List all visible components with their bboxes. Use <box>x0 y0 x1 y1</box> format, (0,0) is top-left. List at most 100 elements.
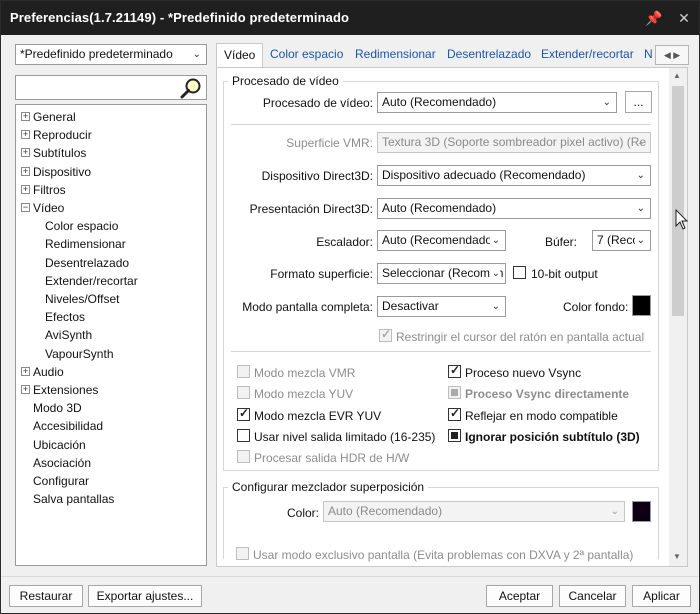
tree-item[interactable]: Dispositivo <box>33 163 91 181</box>
vmr-surface-value: Textura 3D (Soporte sombreador pixel act… <box>382 135 647 149</box>
exclusive-mode-checkbox[interactable] <box>236 547 249 560</box>
tree-item[interactable]: Audio <box>33 363 64 381</box>
tree-item-label: Efectos <box>45 310 86 325</box>
expand-icon[interactable]: + <box>21 385 30 394</box>
pin-icon[interactable]: 📌 <box>643 7 665 29</box>
ignore-subtitle-position-checkbox[interactable] <box>448 429 461 442</box>
limited-output-range-checkbox[interactable] <box>237 429 250 442</box>
tree-item[interactable]: Vídeo <box>33 199 64 217</box>
restrict-cursor-checkbox[interactable] <box>379 327 392 342</box>
tree-item-label: Salva pantallas <box>33 492 115 507</box>
tree-item[interactable]: Subtítulos <box>33 144 86 162</box>
search-input[interactable] <box>15 75 207 100</box>
tab-extend-crop[interactable]: Extender/recortar <box>541 43 634 67</box>
background-color-swatch[interactable] <box>632 295 651 316</box>
tree-item-label: Asociación <box>33 455 92 470</box>
tree-item-label: VapourSynth <box>45 346 114 361</box>
magnifier-icon[interactable] <box>180 77 204 99</box>
tree-item-label: Extender/recortar <box>45 273 138 288</box>
vmr-mix-mode-checkbox[interactable] <box>237 365 250 378</box>
tree-item[interactable]: Color espacio <box>45 217 118 235</box>
new-vsync-checkbox[interactable] <box>448 363 461 378</box>
expand-icon[interactable]: + <box>21 112 30 121</box>
scaler-select[interactable]: Auto (Recomendado) ⌄ <box>377 230 506 251</box>
cancel-button[interactable]: Cancelar <box>559 585 626 607</box>
tree-item[interactable]: Filtros <box>33 181 66 199</box>
evr-yuv-mix-mode-checkbox[interactable] <box>237 406 250 421</box>
d3d-presentation-value: Auto (Recomendado) <box>382 201 497 215</box>
vmr-mix-mode-label: Modo mezcla VMR <box>254 366 356 380</box>
scroll-up-icon[interactable]: ▲ <box>673 71 681 80</box>
tree-item-label: Desentrelazado <box>45 255 130 270</box>
tree-item[interactable]: Modo 3D <box>33 399 82 417</box>
tree-item-label: Accesibilidad <box>33 419 104 434</box>
expand-icon[interactable]: + <box>21 130 30 140</box>
video-processing-group-title: Procesado de vídeo <box>228 74 343 88</box>
overlay-color-select[interactable]: Auto (Recomendado) ⌄ <box>323 501 625 522</box>
tree-item[interactable]: Redimensionar <box>45 235 126 253</box>
surface-format-select[interactable]: Seleccionar (Recomen ⌄ <box>377 263 506 284</box>
mouse-pointer-icon <box>675 209 689 230</box>
tab-color-space[interactable]: Color espacio <box>270 43 343 67</box>
fullscreen-mode-select[interactable]: Desactivar ⌄ <box>377 296 506 317</box>
collapse-icon[interactable]: − <box>21 203 30 212</box>
tree-item[interactable]: Configurar <box>33 472 89 490</box>
compatible-mode-checkbox[interactable] <box>448 406 461 421</box>
tree-item[interactable]: Salva pantallas <box>33 490 114 508</box>
overlay-color-swatch[interactable] <box>632 501 651 522</box>
tab-scroll-left-icon[interactable]: ◀ <box>664 50 671 60</box>
expand-icon[interactable]: + <box>21 148 30 158</box>
preset-select[interactable]: *Predefinido predeterminado ⌄ <box>15 44 207 65</box>
tab-video[interactable]: Vídeo <box>216 43 264 68</box>
tab-scroll-right-icon[interactable]: ▶ <box>673 50 680 60</box>
expand-icon[interactable]: + <box>21 184 30 194</box>
ten-bit-output-checkbox[interactable] <box>513 266 526 279</box>
tree-item[interactable]: Extender/recortar <box>45 272 138 290</box>
direct-vsync-checkbox[interactable] <box>448 386 461 399</box>
tree-item[interactable]: Ubicación <box>33 436 86 454</box>
d3d-device-select[interactable]: Dispositivo adecuado (Recomendado) ⌄ <box>377 165 651 186</box>
scroll-down-icon[interactable]: ▼ <box>673 552 681 561</box>
d3d-presentation-select[interactable]: Auto (Recomendado) ⌄ <box>377 198 651 219</box>
panel-scrollbar[interactable]: ▲ ▼ <box>669 68 687 566</box>
tree-item[interactable]: Efectos <box>45 308 85 326</box>
chevron-down-icon: ⌄ <box>636 170 645 181</box>
tree-item[interactable]: AviSynth <box>45 326 92 344</box>
tree-item[interactable]: Niveles/Offset <box>45 290 119 308</box>
apply-button[interactable]: Aplicar <box>632 585 691 607</box>
tab-more[interactable]: N <box>644 43 653 67</box>
fullscreen-mode-value: Desactivar <box>382 299 439 313</box>
exclusive-mode-label: Usar modo exclusivo pantalla (Evita prob… <box>253 548 634 562</box>
chevron-down-icon: ⌄ <box>634 231 645 250</box>
scaler-value: Auto (Recomendado) <box>382 233 497 247</box>
tree-item[interactable]: General <box>33 108 76 126</box>
tree-item[interactable]: VapourSynth <box>45 345 114 363</box>
tree-item-label: Extensiones <box>33 383 99 397</box>
tree-item-label: AviSynth <box>45 328 93 343</box>
restore-button[interactable]: Restaurar <box>9 585 83 607</box>
export-settings-button[interactable]: Exportar ajustes... <box>88 585 202 607</box>
tree-item-label: Color espacio <box>45 219 119 234</box>
background-color-label: Color fondo: <box>563 300 629 314</box>
expand-icon[interactable]: + <box>21 166 30 176</box>
tree-item-label: General <box>33 110 76 124</box>
tree-item[interactable]: Accesibilidad <box>33 417 103 435</box>
limited-output-range-label: Usar nivel salida limitado (16-235) <box>254 430 436 444</box>
vmr-surface-select[interactable]: Textura 3D (Soporte sombreador pixel act… <box>377 132 651 153</box>
yuv-mix-mode-checkbox[interactable] <box>237 386 250 399</box>
tree-item[interactable]: Asociación <box>33 454 91 472</box>
video-processing-more-button[interactable]: ... <box>625 91 652 113</box>
close-icon[interactable]: ✕ <box>673 7 695 29</box>
tree-item[interactable]: Extensiones <box>33 381 98 399</box>
scroll-thumb[interactable] <box>672 86 684 316</box>
buffer-select[interactable]: 7 (Reco ⌄ <box>592 230 651 251</box>
tab-deinterlace[interactable]: Desentrelazado <box>447 43 531 67</box>
hdr-hw-output-checkbox[interactable] <box>237 450 250 463</box>
tab-resize[interactable]: Redimensionar <box>355 43 436 67</box>
expand-icon[interactable]: + <box>21 366 30 376</box>
d3d-device-value: Dispositivo adecuado (Recomendado) <box>382 168 586 182</box>
tree-item[interactable]: Reproducir <box>33 126 92 144</box>
tree-item[interactable]: Desentrelazado <box>45 254 129 272</box>
accept-button[interactable]: Aceptar <box>486 585 553 607</box>
video-processing-select[interactable]: Auto (Recomendado) ⌄ <box>377 92 617 113</box>
